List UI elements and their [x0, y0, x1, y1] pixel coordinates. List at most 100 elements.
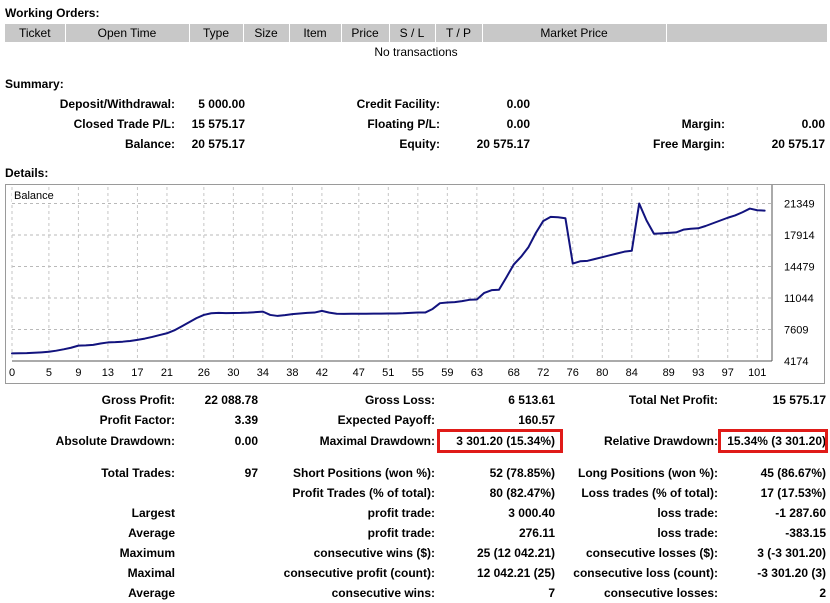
column-header-stop-loss[interactable]: S / L	[389, 24, 436, 43]
summary-value-closed-trade-pl: 15 575.17	[191, 117, 245, 131]
stat-value-absolute-drawdown: 0.00	[234, 434, 258, 448]
svg-text:17914: 17914	[784, 230, 815, 242]
maximal-drawdown-highlight-box	[437, 429, 563, 453]
stat-value-gross-loss: 6 513.61	[508, 393, 555, 407]
stat-label-profit-factor: Profit Factor:	[99, 413, 175, 427]
svg-text:38: 38	[286, 367, 298, 379]
svg-text:13: 13	[102, 367, 114, 379]
svg-text:76: 76	[567, 367, 579, 379]
svg-text:93: 93	[692, 367, 704, 379]
no-transactions-message: No transactions	[374, 45, 458, 59]
chart-x-axis-labels: 0 5 9 13 17 21 26 30 34 38 42 47 51 55 59 63 68 72 76 80 84 8…	[9, 367, 766, 379]
summary-label-free-margin: Free Margin:	[652, 137, 725, 151]
svg-text:26: 26	[198, 367, 210, 379]
svg-text:68: 68	[508, 367, 520, 379]
stat-label-largest-profit-trade: profit trade:	[367, 506, 435, 520]
svg-text:5: 5	[46, 367, 52, 379]
stat-label-maximal-drawdown: Maximal Drawdown:	[319, 434, 435, 448]
relative-drawdown-highlight-box	[718, 429, 828, 453]
stat-value-average-loss-trade: -383.15	[785, 526, 826, 540]
working-orders-table: Ticket Open Time Type Size Item Price S …	[5, 24, 827, 62]
stat-value-max-consecutive-wins: 25 (12 042.21)	[476, 546, 555, 560]
stat-value-maximal-consecutive-loss: -3 301.20 (3)	[757, 566, 826, 580]
svg-text:55: 55	[412, 367, 424, 379]
working-orders-empty-row: No transactions	[5, 43, 827, 63]
column-header-take-profit[interactable]: T / P	[435, 24, 483, 43]
stat-label-maximal-consecutive-loss: consecutive loss (count):	[573, 566, 718, 580]
svg-text:101: 101	[748, 367, 766, 379]
cut-off-top-glyphs	[665, 0, 674, 7]
column-header-spacer[interactable]	[666, 24, 827, 43]
stat-label-average-loss-trade: loss trade:	[657, 526, 718, 540]
svg-text:72: 72	[537, 367, 549, 379]
column-header-market-price[interactable]: Market Price	[482, 24, 667, 43]
svg-text:34: 34	[257, 367, 269, 379]
stat-label-total-net-profit: Total Net Profit:	[628, 393, 718, 407]
stat-label-long-positions: Long Positions (won %):	[578, 466, 718, 480]
column-header-type[interactable]: Type	[189, 24, 244, 43]
stat-label-relative-drawdown: Relative Drawdown:	[603, 434, 718, 448]
stat-label-total-trades: Total Trades:	[101, 466, 175, 480]
summary-value-credit-facility: 0.00	[506, 97, 530, 111]
svg-text:14479: 14479	[784, 262, 815, 274]
summary-value-deposit-withdrawal: 5 000.00	[198, 97, 245, 111]
stat-label-largest: Largest	[131, 506, 175, 520]
column-header-price[interactable]: Price	[341, 24, 390, 43]
summary-label-closed-trade-pl: Closed Trade P/L:	[73, 117, 175, 131]
svg-text:59: 59	[441, 367, 453, 379]
stat-label-maximum: Maximum	[119, 546, 175, 560]
stat-label-max-consecutive-losses: consecutive losses ($):	[585, 546, 718, 560]
stat-label-absolute-drawdown: Absolute Drawdown:	[55, 434, 175, 448]
stat-label-largest-loss-trade: loss trade:	[657, 506, 718, 520]
stat-label-average-consecutive-losses: consecutive losses:	[603, 586, 718, 600]
svg-text:11044: 11044	[784, 293, 814, 305]
column-header-open-time[interactable]: Open Time	[65, 24, 190, 43]
stat-label-loss-trades: Loss trades (% of total):	[581, 486, 718, 500]
stat-value-average-consecutive-losses: 2	[819, 586, 826, 600]
summary-label-equity: Equity:	[399, 137, 440, 151]
column-header-size[interactable]: Size	[243, 24, 290, 43]
svg-text:84: 84	[626, 367, 638, 379]
stat-value-expected-payoff: 160.57	[518, 413, 555, 427]
stat-label-profit-trades: Profit Trades (% of total):	[292, 486, 435, 500]
stat-value-total-trades: 97	[244, 466, 258, 480]
svg-text:97: 97	[722, 367, 734, 379]
svg-text:51: 51	[382, 367, 394, 379]
summary-value-free-margin: 20 575.17	[771, 137, 825, 151]
summary-value-floating-pl: 0.00	[506, 117, 530, 131]
chart-legend-balance: Balance	[12, 190, 56, 202]
stat-label-maximal-consecutive-profit: consecutive profit (count):	[283, 566, 435, 580]
summary-value-equity: 20 575.17	[476, 137, 530, 151]
stat-label-max-consecutive-wins: consecutive wins ($):	[313, 546, 435, 560]
column-header-item[interactable]: Item	[289, 24, 342, 43]
summary-title: Summary:	[5, 77, 64, 91]
stat-value-long-positions: 45 (86.67%)	[760, 466, 826, 480]
summary-label-credit-facility: Credit Facility:	[356, 97, 440, 111]
summary-label-deposit-withdrawal: Deposit/Withdrawal:	[59, 97, 175, 111]
svg-text:21349: 21349	[784, 199, 815, 211]
svg-text:80: 80	[596, 367, 608, 379]
svg-text:7609: 7609	[784, 325, 808, 337]
stat-value-max-consecutive-losses: 3 (-3 301.20)	[757, 546, 826, 560]
stat-value-maximal-consecutive-profit: 12 042.21 (25)	[476, 566, 555, 580]
stat-label-gross-loss: Gross Loss:	[364, 393, 435, 407]
summary-value-balance: 20 575.17	[191, 137, 245, 151]
trade-report-page: Working Orders: Ticket Open Time Type Si…	[0, 0, 830, 603]
details-title: Details:	[5, 166, 49, 180]
stat-label-average: Average	[128, 526, 175, 540]
column-header-ticket[interactable]: Ticket	[5, 24, 66, 43]
svg-text:4174: 4174	[784, 356, 808, 368]
stat-value-largest-profit-trade: 3 000.40	[508, 506, 555, 520]
balance-chart-svg: 2134917914144791104476094174 0 5 9 13 17 21 26…	[9, 185, 815, 379]
balance-chart: 21349 17914 14479 11044 7609 4174 0 5 9 13 17 21 26…	[5, 184, 825, 384]
stat-label-maximal: Maximal	[127, 566, 175, 580]
stat-value-profit-trades: 80 (82.47%)	[489, 486, 555, 500]
stat-value-profit-factor: 3.39	[234, 413, 258, 427]
stat-label-gross-profit: Gross Profit:	[101, 393, 175, 407]
summary-label-margin: Margin:	[681, 117, 725, 131]
chart-y-axis-labels: 21349 17914 14479 11044 7609 4174	[784, 199, 815, 368]
svg-text:89: 89	[663, 367, 675, 379]
summary-label-floating-pl: Floating P/L:	[367, 117, 440, 131]
stat-value-total-net-profit: 15 575.17	[772, 393, 826, 407]
stat-value-loss-trades: 17 (17.53%)	[760, 486, 826, 500]
